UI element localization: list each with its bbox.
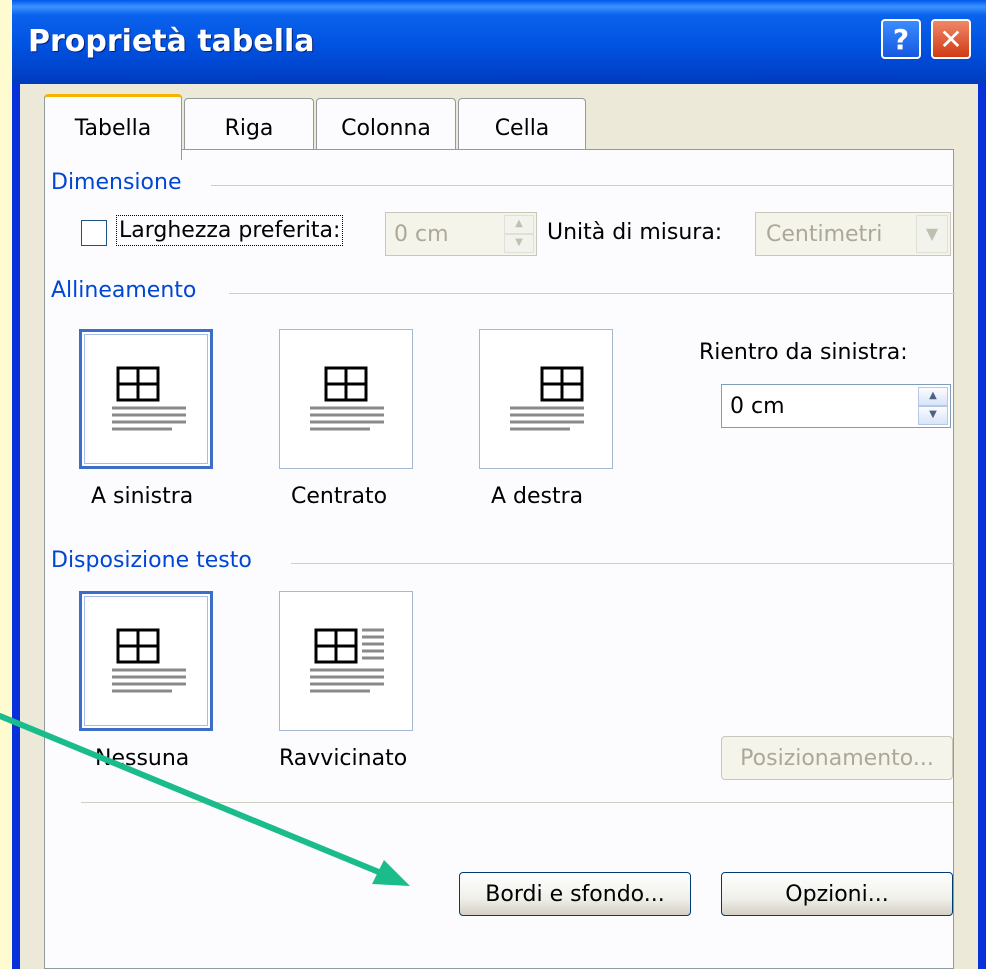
arrow-shaft xyxy=(0,713,401,883)
tab-label: Tabella xyxy=(74,116,152,141)
arrow-head xyxy=(372,860,410,886)
tab-tabella[interactable]: Tabella xyxy=(44,94,182,160)
